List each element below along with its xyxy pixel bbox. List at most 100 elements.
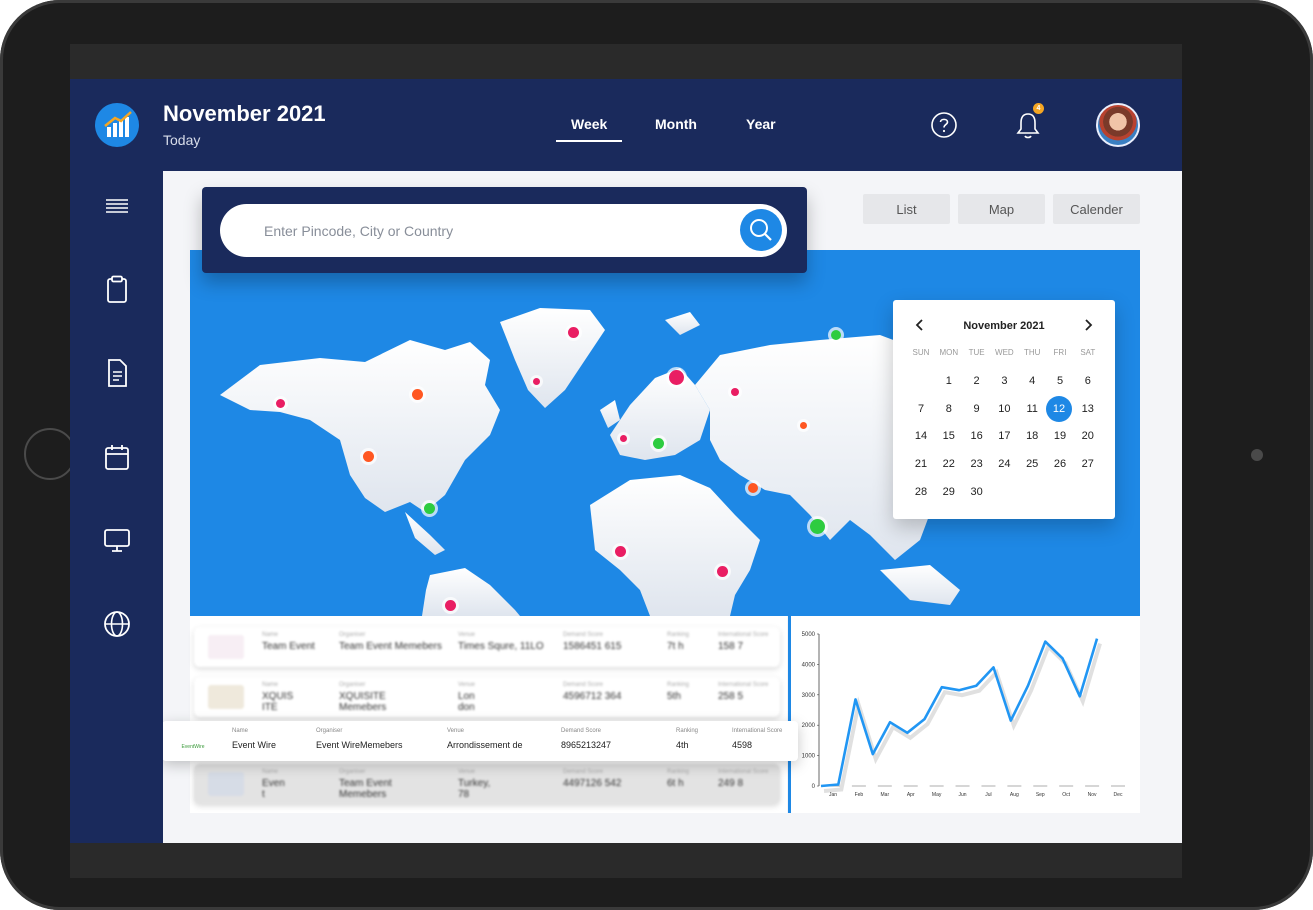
calendar-view-button[interactable]: Calender — [1053, 194, 1140, 224]
map-pin[interactable] — [533, 378, 540, 385]
calendar-day[interactable]: 24 — [990, 452, 1018, 476]
notification-badge: 4 — [1033, 103, 1044, 114]
tab-week[interactable]: Week — [571, 116, 607, 132]
y-tick-label: 4000 — [802, 662, 816, 668]
clipboard-icon[interactable] — [101, 273, 133, 305]
cell-value: 8965213247 — [561, 740, 612, 750]
search-input[interactable] — [220, 204, 787, 257]
calendar-day[interactable]: 3 — [990, 369, 1018, 393]
x-tick-label: Mar — [881, 792, 890, 798]
table-row[interactable]: Name Even t Organiser Team Event Memeber… — [194, 764, 780, 804]
calendar-day[interactable]: 13 — [1074, 397, 1102, 421]
calendar-day[interactable]: 14 — [907, 424, 935, 448]
tab-month[interactable]: Month — [655, 116, 697, 132]
calendar-day[interactable]: 25 — [1018, 452, 1046, 476]
calendar-day[interactable]: 30 — [963, 480, 991, 504]
cell-label: Name — [232, 728, 249, 734]
calendar-icon[interactable] — [101, 441, 133, 473]
map-view-button[interactable]: Map — [958, 194, 1045, 224]
calendar-day[interactable]: 23 — [963, 452, 991, 476]
calendar-day[interactable]: 9 — [963, 397, 991, 421]
map-pin[interactable] — [412, 389, 423, 400]
list-view-button[interactable]: List — [863, 194, 950, 224]
x-tick-label: Aug — [1010, 792, 1019, 798]
cell-value: Event WireMemebers — [316, 740, 403, 750]
series-line-shadow — [823, 643, 1102, 793]
cell-label: Name — [262, 682, 279, 688]
map-pin[interactable] — [731, 388, 739, 396]
page-title: November 2021 — [163, 101, 326, 126]
calendar-day[interactable]: 2 — [963, 369, 991, 393]
map-pin[interactable] — [831, 330, 841, 340]
calendar-day[interactable]: 29 — [935, 480, 963, 504]
globe-icon[interactable] — [101, 608, 133, 640]
table-row[interactable]: Name XQUIS ITE Organiser XQUISITE Memebe… — [194, 677, 780, 717]
cell-label: Name — [262, 769, 279, 775]
map-pin[interactable] — [363, 451, 374, 462]
map-pin[interactable] — [445, 600, 456, 611]
app-logo[interactable] — [95, 103, 139, 147]
monitor-icon[interactable] — [101, 524, 133, 556]
map-pin[interactable] — [568, 327, 579, 338]
calendar-day[interactable]: 28 — [907, 480, 935, 504]
calendar-day[interactable]: 4 — [1018, 369, 1046, 393]
app-screen: November 2021 Today Week Month Year 4 En… — [70, 44, 1182, 878]
calendar-day[interactable]: 26 — [1046, 452, 1074, 476]
calendar-day[interactable]: 5 — [1046, 369, 1074, 393]
calendar-day[interactable]: 21 — [907, 452, 935, 476]
map-pin[interactable] — [810, 519, 825, 534]
map-pin[interactable] — [800, 422, 807, 429]
cell-value: 158 7 — [718, 641, 744, 652]
map-pin[interactable] — [669, 370, 684, 385]
calendar-day[interactable]: 27 — [1074, 452, 1102, 476]
event-wire-logo: EventWire — [172, 729, 214, 753]
calendar-day-selected[interactable]: 12 — [1046, 395, 1072, 422]
chart-logo-icon — [104, 111, 132, 137]
calendar-day[interactable]: 6 — [1074, 369, 1102, 393]
calendar-day[interactable]: 7 — [907, 397, 935, 421]
chevron-right-icon[interactable] — [1080, 317, 1096, 333]
calendar-day[interactable]: 19 — [1046, 424, 1074, 448]
cell-label: International Score — [732, 728, 783, 734]
tab-year[interactable]: Year — [746, 116, 776, 132]
weekday-label: SAT — [1080, 348, 1096, 357]
calendar-day[interactable]: 18 — [1018, 424, 1046, 448]
menu-icon[interactable] — [101, 190, 133, 222]
help-icon[interactable] — [930, 111, 958, 139]
map-pin[interactable] — [748, 483, 758, 493]
x-tick-label: Dec — [1114, 792, 1123, 798]
cell-value: 4497126 542 — [563, 778, 622, 789]
map-pin[interactable] — [653, 438, 664, 449]
cell-label: Name — [262, 632, 279, 638]
calendar-day[interactable]: 10 — [990, 397, 1018, 421]
x-tick-label: Sep — [1036, 792, 1045, 798]
weekday-label: SUN — [912, 348, 930, 357]
document-icon[interactable] — [101, 357, 133, 389]
calendar-day[interactable]: 17 — [990, 424, 1018, 448]
calendar-day[interactable]: 15 — [935, 424, 963, 448]
cell-value: Team Event Memebers — [339, 778, 392, 800]
y-tick-label: 3000 — [802, 693, 816, 699]
home-button[interactable] — [24, 428, 76, 480]
calendar-day[interactable]: 8 — [935, 397, 963, 421]
map-pin[interactable] — [620, 435, 627, 442]
map-pin[interactable] — [717, 566, 728, 577]
calendar-day[interactable]: 16 — [963, 424, 991, 448]
calendar-day[interactable]: 20 — [1074, 424, 1102, 448]
cell-label: Venue — [458, 632, 476, 638]
map-pin[interactable] — [424, 503, 435, 514]
cell-label: Ranking — [676, 728, 699, 734]
table-row[interactable]: Name Team Event Organiser Team Event Mem… — [194, 627, 780, 667]
search-button[interactable] — [740, 209, 782, 251]
table-row-selected[interactable]: EventWire Name Event Wire Organiser Even… — [163, 721, 798, 761]
calendar-popup: November 2021 SUN MON TUE WED THU FRI SAT 1 2 3 4 5… — [893, 300, 1115, 519]
search-panel — [202, 187, 807, 273]
map-pin[interactable] — [615, 546, 626, 557]
cell-value: Arrondissement de — [447, 740, 523, 750]
calendar-day[interactable]: 11 — [1018, 397, 1046, 421]
calendar-day[interactable]: 22 — [935, 452, 963, 476]
map-pin[interactable] — [276, 399, 285, 408]
user-avatar[interactable] — [1096, 103, 1140, 147]
calendar-day[interactable]: 1 — [935, 369, 963, 393]
cell-label: Organiser — [339, 769, 366, 775]
